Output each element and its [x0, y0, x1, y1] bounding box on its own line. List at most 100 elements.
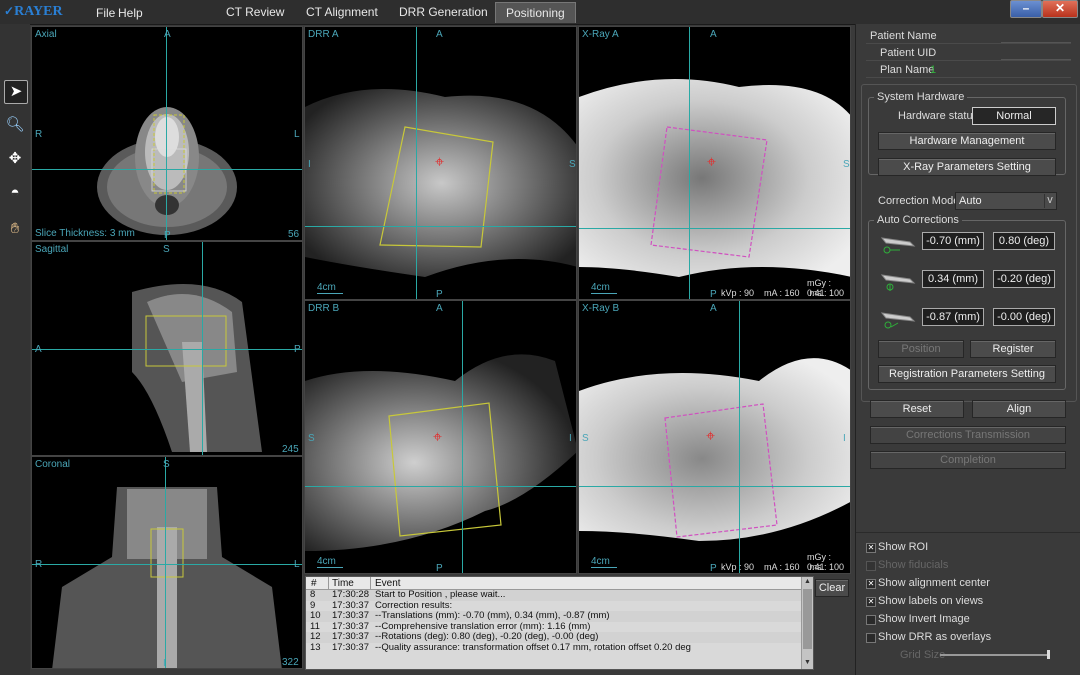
scroll-up-icon[interactable]: ▲ — [803, 578, 812, 586]
event-log[interactable]: # Time Event 8 17:30:28 Start to Position … — [305, 576, 814, 670]
completion-button[interactable]: Completion — [870, 451, 1066, 469]
xray-b-target-icon: ⌖ — [706, 428, 716, 445]
close-button[interactable]: ✕ — [1042, 0, 1078, 18]
checkbox-checked-icon[interactable]: ✕ — [866, 579, 876, 589]
drr-b-crosshair-horizontal — [305, 486, 576, 487]
control-panel: Patient Name Patient UID Plan Name 1 Sys… — [855, 24, 1080, 675]
x-rotation-value: 0.80 (deg) — [993, 232, 1055, 250]
log-row-event: --Rotations (deg): 0.80 (deg), -0.20 (de… — [375, 631, 599, 642]
log-row-num: 8 — [310, 589, 316, 600]
log-row-event: --Translations (mm): -0.70 (mm), 0.34 (m… — [375, 610, 610, 621]
zoom-tool-icon[interactable]: 🔍︎ — [4, 114, 26, 136]
log-row[interactable]: 12 17:30:37 --Rotations (deg): 0.80 (deg),… — [306, 631, 801, 643]
patient-uid-label: Patient UID — [880, 47, 937, 59]
xray-a-orient-top: A — [710, 29, 717, 40]
checkbox-icon[interactable] — [866, 615, 876, 625]
hand-tool-icon[interactable]: ✋︎ — [4, 218, 26, 240]
drr-a-view[interactable]: ⌖ DRR A A P I S 4cm — [304, 26, 577, 300]
menu-help[interactable]: Help — [118, 6, 143, 20]
chevron-down-icon[interactable]: v — [1044, 194, 1055, 208]
xray-a-view-label: X-Ray A — [582, 29, 619, 40]
log-col-event: Event — [375, 578, 401, 589]
coronal-orient-right: L — [294, 559, 300, 570]
pointer-tool-icon[interactable]: ➤ — [4, 80, 28, 104]
drr-b-scale-bar: 4cm — [317, 556, 343, 568]
xray-a-crosshair-vertical — [689, 27, 690, 299]
log-col-num: # — [311, 578, 317, 589]
sagittal-view[interactable]: Sagittal S A P 245 — [31, 241, 303, 456]
register-button[interactable]: Register — [970, 340, 1056, 358]
checkbox-checked-icon[interactable]: ✕ — [866, 543, 876, 553]
position-button[interactable]: Position — [878, 340, 964, 358]
tab-drr-generation[interactable]: DRR Generation — [389, 2, 498, 22]
patient-name-value — [1001, 32, 1071, 43]
patient-uid-value — [1001, 49, 1071, 60]
grid-size-slider-track[interactable] — [940, 654, 1050, 656]
sagittal-slice-number: 245 — [282, 444, 299, 455]
xray-b-exposure-params: kVp : 90 mA : 160 ms : 100 — [721, 562, 845, 572]
pan-tool-icon[interactable]: ✥ — [4, 148, 26, 170]
sagittal-view-label: Sagittal — [35, 244, 69, 255]
xray-parameters-button[interactable]: X-Ray Parameters Setting — [878, 158, 1056, 176]
log-scrollbar[interactable]: ▲ ▼ — [801, 577, 813, 669]
checkbox-icon[interactable] — [866, 633, 876, 643]
axial-image — [97, 107, 237, 235]
x-axis-correction-icon — [878, 230, 918, 256]
xray-a-scale-bar: 4cm — [591, 282, 617, 294]
scroll-down-icon[interactable]: ▼ — [803, 659, 812, 667]
xray-b-orient-top: A — [710, 303, 717, 314]
checkbox-checked-icon[interactable]: ✕ — [866, 597, 876, 607]
y-translation-value: 0.34 (mm) — [922, 270, 984, 288]
plan-name-label: Plan Name — [880, 64, 935, 76]
xray-a-crosshair-horizontal — [579, 228, 850, 229]
axial-orient-right: L — [294, 129, 300, 140]
coronal-view[interactable]: Coronal S R L I 322 — [31, 456, 303, 669]
axial-crosshair-horizontal — [32, 169, 302, 170]
option-label: Show alignment center — [878, 577, 990, 589]
title-bar: ✓RAYER File Help CT Review CT Alignment … — [0, 0, 1080, 25]
xray-b-scale-bar: 4cm — [591, 556, 617, 568]
checkbox-icon[interactable] — [866, 561, 876, 571]
x-axis-couch-icon — [880, 237, 916, 254]
drr-b-orient-bottom: P — [436, 563, 443, 574]
tab-positioning[interactable]: Positioning — [495, 2, 576, 23]
xray-a-exposure-params: kVp : 90 mA : 160 ms : 100 — [721, 288, 845, 298]
window-level-tool-icon[interactable]: ◓ — [4, 182, 26, 204]
align-button[interactable]: Align — [972, 400, 1066, 418]
minimize-button[interactable]: – — [1010, 0, 1042, 18]
z-rotation-value: -0.00 (deg) — [993, 308, 1055, 326]
drr-b-target-icon: ⌖ — [433, 429, 443, 446]
drr-a-orient-left: I — [308, 159, 311, 170]
menu-file[interactable]: File — [96, 6, 115, 20]
hardware-status-label: Hardware status — [898, 110, 979, 122]
drr-b-view[interactable]: ⌖ DRR B A P S I 4cm — [304, 300, 577, 574]
coronal-orient-bottom: I — [163, 658, 166, 669]
log-row[interactable]: 8 17:30:28 Start to Position , please wait… — [306, 589, 801, 601]
registration-parameters-button[interactable]: Registration Parameters Setting — [878, 365, 1056, 383]
axial-crosshair-vertical — [166, 27, 167, 240]
clear-log-button[interactable]: Clear — [815, 579, 849, 597]
xray-a-orient-right: S — [843, 159, 850, 170]
option-label: Show ROI — [878, 541, 929, 553]
xray-a-orient-bottom: P — [710, 289, 717, 300]
axial-view[interactable]: Axial A P R L Slice Thickness: 3 mm 56 — [31, 26, 303, 241]
xray-a-view[interactable]: ⌖ X-Ray A A P S 4cm mGy : 0.41 kVp : 90 … — [578, 26, 851, 300]
hardware-management-button[interactable]: Hardware Management — [878, 132, 1056, 150]
log-row[interactable]: 10 17:30:37 --Translations (mm): -0.70 (mm… — [306, 610, 801, 622]
app-logo: ✓RAYER — [4, 4, 63, 20]
reset-button[interactable]: Reset — [870, 400, 964, 418]
correction-mode-value: Auto — [959, 195, 982, 207]
tab-ct-review[interactable]: CT Review — [216, 2, 294, 22]
patient-name-line — [866, 43, 1071, 44]
coronal-slice-number: 322 — [282, 657, 299, 668]
xray-b-view-label: X-Ray B — [582, 303, 620, 314]
grid-size-slider-thumb[interactable] — [1047, 650, 1050, 659]
xray-b-view[interactable]: ⌖ X-Ray B A P S I 4cm mGy : 0.41 kVp : 9… — [578, 300, 851, 574]
corrections-transmission-button[interactable]: Corrections Transmission — [870, 426, 1066, 444]
hardware-status-value: Normal — [972, 107, 1056, 125]
log-scroll-thumb[interactable] — [803, 589, 812, 649]
tab-ct-alignment[interactable]: CT Alignment — [296, 2, 388, 22]
sagittal-crosshair-horizontal — [32, 349, 302, 350]
log-row[interactable]: 13 17:30:37 --Quality assurance: transform… — [306, 642, 801, 654]
correction-mode-select[interactable]: Auto v — [955, 192, 1057, 210]
